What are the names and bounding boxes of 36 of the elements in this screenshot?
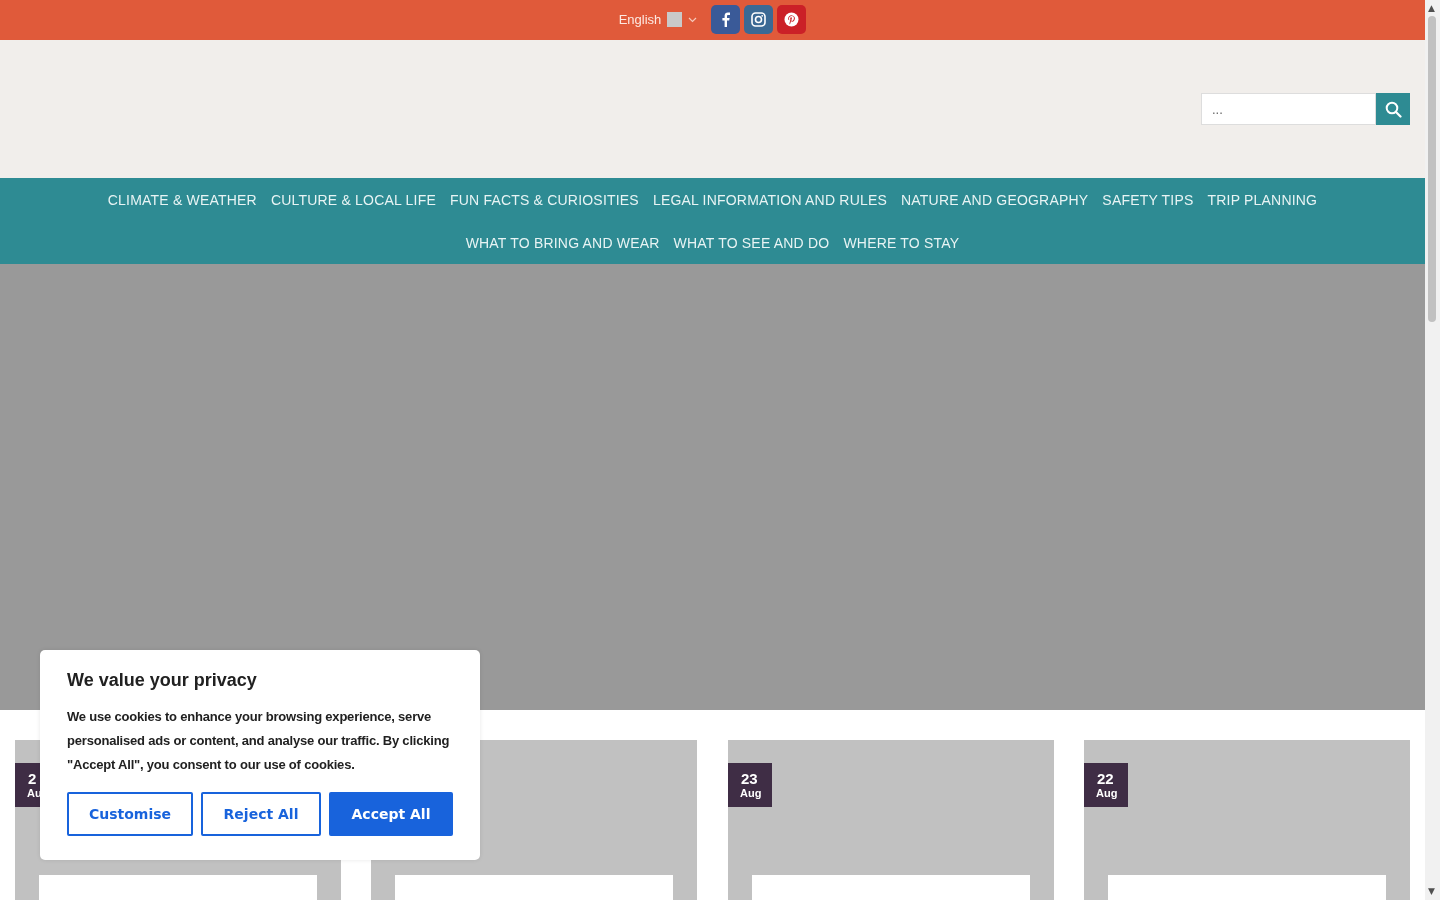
search-field[interactable]: ... <box>1201 93 1376 125</box>
chevron-down-icon <box>688 16 698 23</box>
nav-link[interactable]: NATURE AND GEOGRAPHY <box>901 178 1089 222</box>
facebook-icon <box>721 12 730 28</box>
nav-link[interactable]: WHAT TO BRING AND WEAR <box>465 221 660 265</box>
dialog-text: We use cookies to enhance your browsing experience, serve personalised ads or content, and analyse our traffic. By clicking "Accept All", you consent to our use of cookies. <box>67 708 451 774</box>
date-badge: 22 Aug <box>1084 763 1128 807</box>
search-button[interactable] <box>1376 93 1410 125</box>
language-label: English <box>618 12 662 28</box>
social-button[interactable] <box>777 5 807 35</box>
nav-link[interactable]: WHAT TO SEE AND DO <box>673 221 830 265</box>
scrollbar-thumb[interactable] <box>1428 16 1436 322</box>
social-button[interactable] <box>744 5 774 35</box>
pin-icon <box>784 12 800 28</box>
language-selector[interactable]: English <box>618 12 698 28</box>
instagram-icon <box>751 12 767 28</box>
nav-link[interactable]: CULTURE & LOCAL LIFE <box>270 178 436 222</box>
nav-link[interactable]: FUN FACTS & CURIOSITIES <box>449 178 639 222</box>
search-icon <box>1384 100 1402 118</box>
nav-link[interactable]: LEGAL INFORMATION AND RULES <box>652 178 888 222</box>
nav-link[interactable]: CLIMATE & WEATHER <box>107 178 257 222</box>
scroll-up-arrow[interactable]: ▲ <box>1428 4 1435 13</box>
accept-button[interactable]: Accept All <box>329 792 453 836</box>
post-card[interactable]: 23 Aug <box>728 740 1054 900</box>
dialog-title: We value your privacy <box>67 670 258 691</box>
cookie-button[interactable]: Reject All <box>201 792 321 836</box>
scrollbar[interactable]: ▲ ▼ <box>1425 0 1440 900</box>
nav-link[interactable]: WHERE TO STAY <box>843 221 960 265</box>
flag-icon <box>667 12 683 28</box>
date-badge: 23 Aug <box>728 763 772 807</box>
nav-link[interactable]: SAFETY TIPS <box>1102 178 1194 222</box>
nav-link[interactable]: TRIP PLANNING <box>1207 178 1318 222</box>
cookie-button[interactable]: Customise <box>67 792 193 836</box>
social-button[interactable] <box>711 5 741 35</box>
post-card[interactable]: 22 Aug <box>1084 740 1410 900</box>
scroll-down-arrow[interactable]: ▼ <box>1428 887 1435 896</box>
